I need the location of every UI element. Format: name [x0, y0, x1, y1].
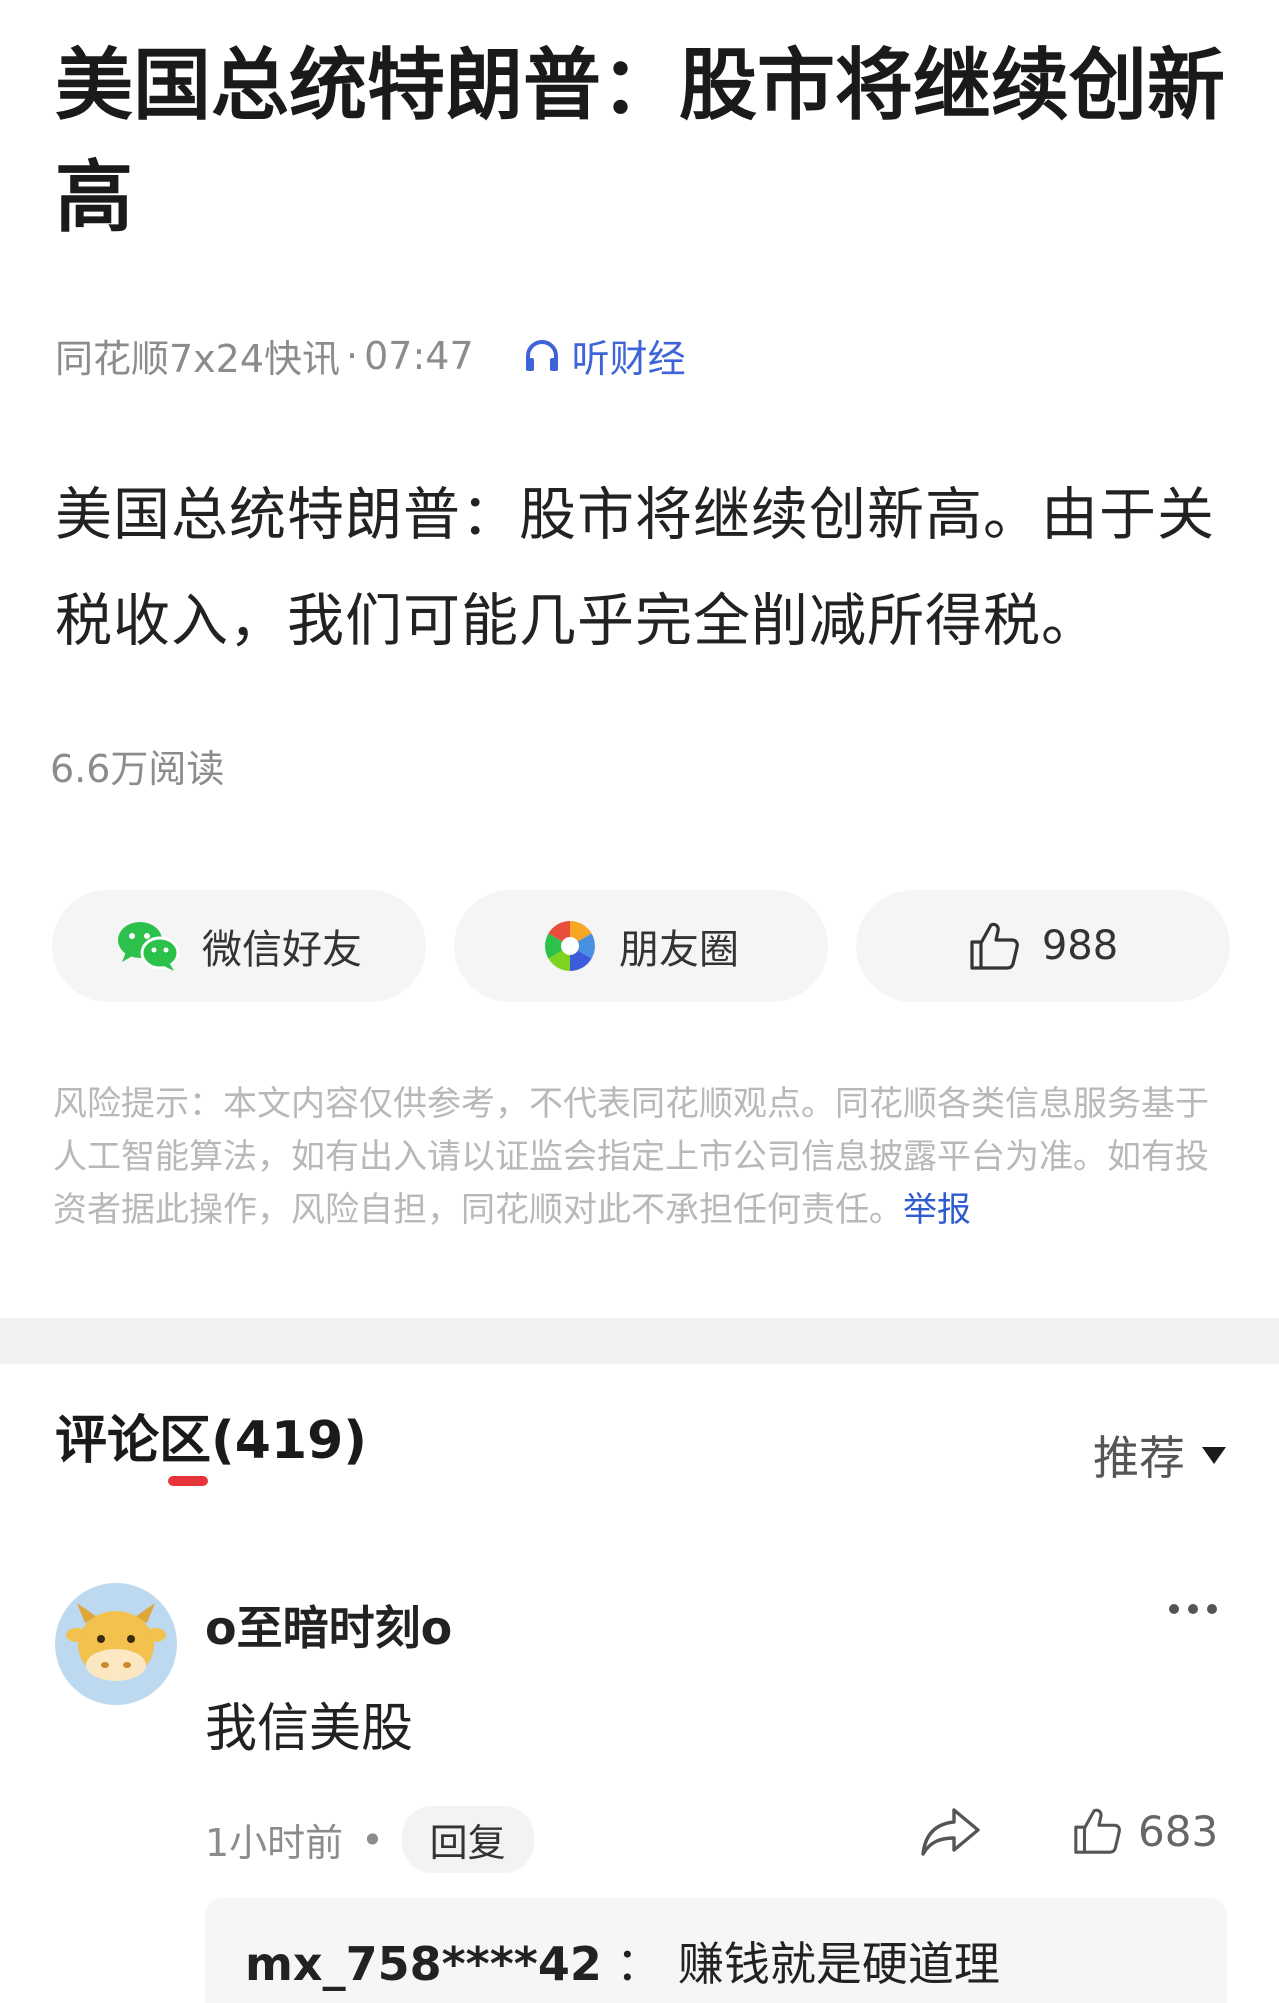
reply-username[interactable]: mx_758****42 [245, 1937, 602, 1991]
comment-time: 1小时前 [205, 1821, 344, 1865]
article-time: 07:47 [364, 333, 474, 378]
comment-username[interactable]: o至暗时刻o [205, 1592, 452, 1658]
reply-text: 赚钱就是硬道理 [677, 1937, 1000, 1991]
article-title: 美国总统特朗普：股市将继续创新高 [55, 41, 1226, 243]
sort-dropdown[interactable]: 推荐 [1093, 1422, 1227, 1488]
share-wechat-button[interactable]: 微信好友 [52, 890, 426, 1002]
comments-header: 评论区(419) [55, 1411, 368, 1471]
comment-text: 我信美股 [205, 1699, 414, 1759]
wechat-icon [118, 922, 180, 971]
share-comment-button[interactable] [920, 1806, 982, 1862]
wechat-label: 微信好友 [202, 927, 362, 973]
reply-preview[interactable]: mx_758****42： 赚钱就是硬道理 [205, 1898, 1227, 2003]
thumbs-up-icon [1074, 1808, 1121, 1854]
more-options-icon[interactable] [1169, 1604, 1217, 1614]
section-divider [0, 1318, 1279, 1364]
sort-label: 推荐 [1093, 1431, 1185, 1485]
moments-label: 朋友圈 [619, 927, 739, 973]
cow-avatar-icon [66, 1603, 166, 1681]
comment-like-button[interactable]: 683 [1072, 1806, 1218, 1856]
article-source[interactable]: 同花顺7x24快讯 [55, 328, 340, 383]
meta-separator: · [346, 333, 359, 378]
comment-like-count: 683 [1138, 1806, 1219, 1856]
avatar[interactable] [55, 1583, 177, 1705]
article-like-button[interactable]: 988 [856, 890, 1230, 1002]
meta-dot: • [361, 1817, 384, 1862]
share-actions: 微信好友 朋友圈 988 [52, 890, 1230, 1002]
article-like-count: 988 [1041, 923, 1119, 969]
reply-colon: ： [615, 1937, 662, 1991]
read-count: 6.6万阅读 [50, 747, 225, 791]
report-link[interactable]: 举报 [903, 1190, 971, 1230]
risk-disclaimer: 风险提示：本文内容仅供参考，不代表同花顺观点。同花顺各类信息服务基于人工智能算法… [53, 1078, 1213, 1237]
thumbs-up-icon [970, 922, 1019, 970]
reply-button[interactable]: 回复 [401, 1806, 534, 1873]
headphones-icon [525, 339, 558, 371]
article-meta: 同花顺7x24快讯 · 07:47 听财经 [55, 328, 686, 383]
listen-label: 听财经 [571, 337, 686, 381]
share-arrow-icon [921, 1808, 980, 1856]
article-body: 美国总统特朗普：股市将继续创新高。由于关税收入，我们可能几乎完全削减所得税。 [55, 482, 1215, 654]
caret-down-icon [1202, 1447, 1226, 1464]
moments-icon [545, 921, 595, 971]
listen-button[interactable]: 听财经 [524, 328, 686, 383]
comment-meta: 1小时前 • 回复 [205, 1806, 534, 1873]
share-moments-button[interactable]: 朋友圈 [454, 890, 828, 1002]
comments-tab-indicator [168, 1476, 208, 1486]
risk-text: 风险提示：本文内容仅供参考，不代表同花顺观点。同花顺各类信息服务基于人工智能算法… [53, 1084, 1209, 1230]
